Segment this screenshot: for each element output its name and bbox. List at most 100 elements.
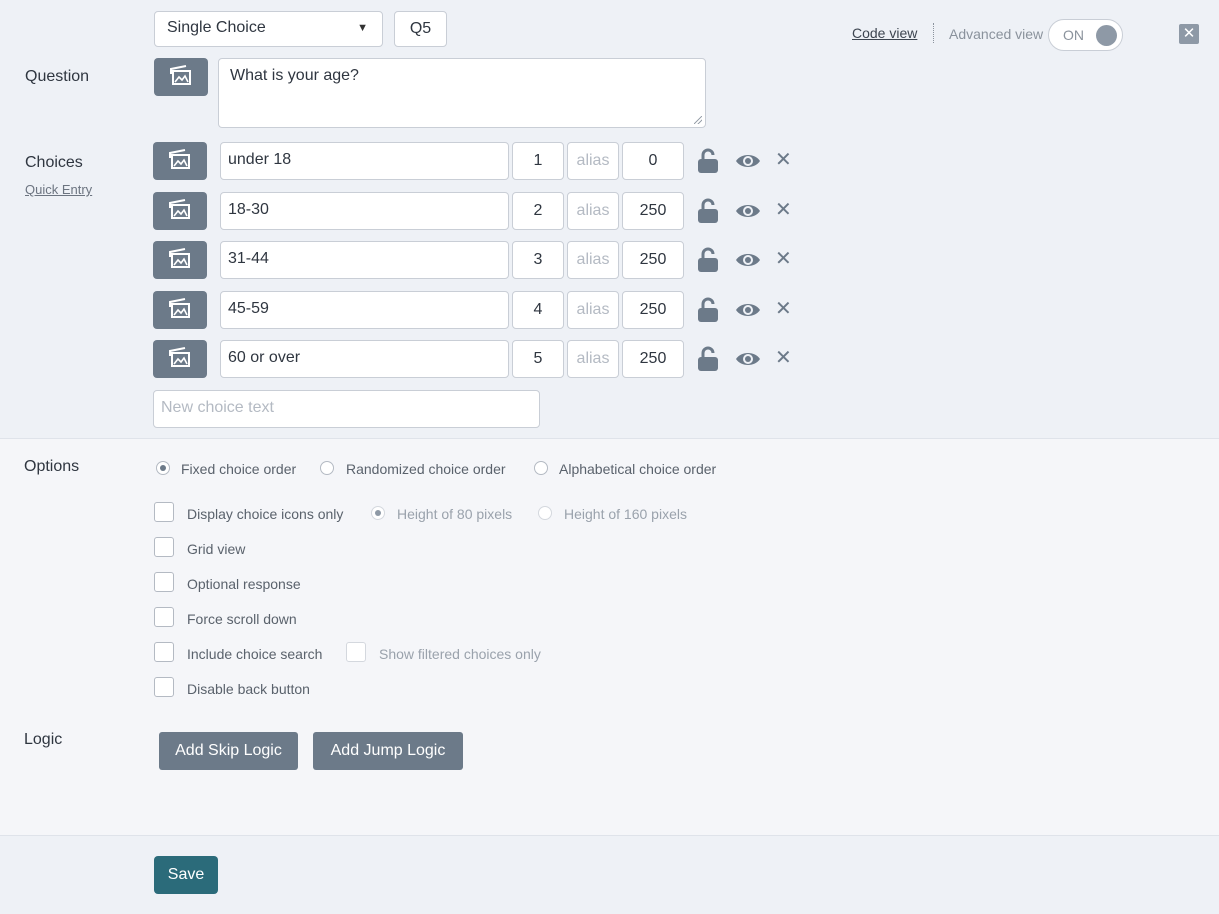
- image-icon: [169, 347, 190, 367]
- icons-only-checkbox[interactable]: [154, 502, 174, 522]
- choice-text-input[interactable]: 60 or over: [220, 340, 509, 378]
- image-icon: [169, 248, 190, 268]
- choice-image-button[interactable]: [153, 142, 207, 180]
- optional-response-label: Optional response: [187, 576, 301, 592]
- unlock-icon[interactable]: [697, 297, 719, 323]
- divider: [933, 23, 934, 43]
- fixed-order-label: Fixed choice order: [181, 461, 297, 477]
- optional-response-checkbox[interactable]: [154, 572, 174, 592]
- chevron-down-icon: ▼: [357, 22, 368, 34]
- choice-image-button[interactable]: [153, 291, 207, 329]
- height-160-label: Height of 160 pixels: [564, 506, 687, 522]
- fixed-order-radio[interactable]: [156, 461, 170, 475]
- alphabetical-order-label: Alphabetical choice order: [559, 461, 717, 477]
- height-80-label: Height of 80 pixels: [397, 506, 513, 522]
- image-icon: [169, 298, 190, 318]
- resize-handle[interactable]: [694, 116, 702, 124]
- choice-text-input[interactable]: under 18: [220, 142, 509, 180]
- height-160-radio[interactable]: [538, 506, 552, 520]
- grid-view-label: Grid view: [187, 541, 246, 557]
- choice-score-input[interactable]: 0: [622, 142, 684, 180]
- choice-alias-input[interactable]: alias: [567, 241, 619, 279]
- choice-row: 60 or over 5 alias 250 ✕: [0, 340, 1219, 378]
- eye-icon[interactable]: [735, 152, 761, 170]
- disable-back-checkbox[interactable]: [154, 677, 174, 697]
- force-scroll-checkbox[interactable]: [154, 607, 174, 627]
- icons-only-label: Display choice icons only: [187, 506, 344, 522]
- add-jump-logic-button[interactable]: Add Jump Logic: [313, 732, 463, 770]
- eye-icon[interactable]: [735, 350, 761, 368]
- toggle-knob: [1096, 25, 1117, 46]
- question-editor-top: Single Choice ▼ Q5 Code view Advanced vi…: [0, 0, 1219, 439]
- new-choice-input[interactable]: New choice text: [153, 390, 540, 428]
- toggle-state: ON: [1063, 27, 1084, 43]
- image-icon: [170, 65, 191, 85]
- question-type-select[interactable]: Single Choice ▼: [154, 11, 383, 47]
- footer: Save: [0, 835, 1219, 914]
- choice-score-input[interactable]: 250: [622, 241, 684, 279]
- unlock-icon[interactable]: [697, 198, 719, 224]
- eye-icon[interactable]: [735, 202, 761, 220]
- eye-icon[interactable]: [735, 301, 761, 319]
- choice-image-button[interactable]: [153, 241, 207, 279]
- question-text-input[interactable]: What is your age?: [218, 58, 706, 128]
- advanced-view-toggle[interactable]: ON: [1048, 19, 1123, 51]
- choice-row: 18-30 2 alias 250 ✕: [0, 192, 1219, 230]
- choice-alias-input[interactable]: alias: [567, 291, 619, 329]
- close-icon[interactable]: ✕: [1179, 24, 1199, 44]
- choice-row: under 18 1 alias 0 ✕: [0, 142, 1219, 180]
- choice-image-button[interactable]: [153, 340, 207, 378]
- choice-text-input[interactable]: 18-30: [220, 192, 509, 230]
- remove-choice-icon[interactable]: ✕: [775, 200, 792, 220]
- code-view-link[interactable]: Code view: [852, 25, 917, 41]
- question-type-value: Single Choice: [167, 19, 266, 36]
- image-icon: [169, 199, 190, 219]
- randomized-order-radio[interactable]: [320, 461, 334, 475]
- unlock-icon[interactable]: [697, 346, 719, 372]
- question-label: Question: [25, 68, 90, 85]
- choice-alias-input[interactable]: alias: [567, 192, 619, 230]
- choice-row: 31-44 3 alias 250 ✕: [0, 241, 1219, 279]
- alphabetical-order-radio[interactable]: [534, 461, 548, 475]
- choice-number-input[interactable]: 5: [512, 340, 564, 378]
- height-80-radio[interactable]: [371, 506, 385, 520]
- choice-number-input[interactable]: 1: [512, 142, 564, 180]
- choice-image-button[interactable]: [153, 192, 207, 230]
- question-text: What is your age?: [230, 67, 359, 84]
- show-filtered-checkbox[interactable]: [346, 642, 366, 662]
- choice-text-input[interactable]: 31-44: [220, 241, 509, 279]
- grid-view-checkbox[interactable]: [154, 537, 174, 557]
- remove-choice-icon[interactable]: ✕: [775, 150, 792, 170]
- unlock-icon[interactable]: [697, 247, 719, 273]
- choice-alias-input[interactable]: alias: [567, 142, 619, 180]
- choice-number-input[interactable]: 2: [512, 192, 564, 230]
- unlock-icon[interactable]: [697, 148, 719, 174]
- choice-text-input[interactable]: 45-59: [220, 291, 509, 329]
- options-section: Options Fixed choice order Randomized ch…: [0, 439, 1219, 835]
- question-id-field[interactable]: Q5: [394, 11, 447, 47]
- choice-score-input[interactable]: 250: [622, 291, 684, 329]
- choice-number-input[interactable]: 4: [512, 291, 564, 329]
- disable-back-label: Disable back button: [187, 681, 310, 697]
- choice-search-label: Include choice search: [187, 646, 323, 662]
- question-image-button[interactable]: [154, 58, 208, 96]
- choice-number-input[interactable]: 3: [512, 241, 564, 279]
- image-icon: [169, 149, 190, 169]
- advanced-view-label: Advanced view: [949, 26, 1044, 42]
- add-skip-logic-button[interactable]: Add Skip Logic: [159, 732, 298, 770]
- choice-score-input[interactable]: 250: [622, 340, 684, 378]
- remove-choice-icon[interactable]: ✕: [775, 348, 792, 368]
- choice-row: 45-59 4 alias 250 ✕: [0, 291, 1219, 329]
- remove-choice-icon[interactable]: ✕: [775, 299, 792, 319]
- logic-label: Logic: [24, 731, 63, 748]
- force-scroll-label: Force scroll down: [187, 611, 297, 627]
- show-filtered-label: Show filtered choices only: [379, 646, 541, 662]
- options-label: Options: [24, 458, 80, 475]
- save-button[interactable]: Save: [154, 856, 218, 894]
- randomized-order-label: Randomized choice order: [346, 461, 506, 477]
- remove-choice-icon[interactable]: ✕: [775, 249, 792, 269]
- choice-search-checkbox[interactable]: [154, 642, 174, 662]
- choice-alias-input[interactable]: alias: [567, 340, 619, 378]
- choice-score-input[interactable]: 250: [622, 192, 684, 230]
- eye-icon[interactable]: [735, 251, 761, 269]
